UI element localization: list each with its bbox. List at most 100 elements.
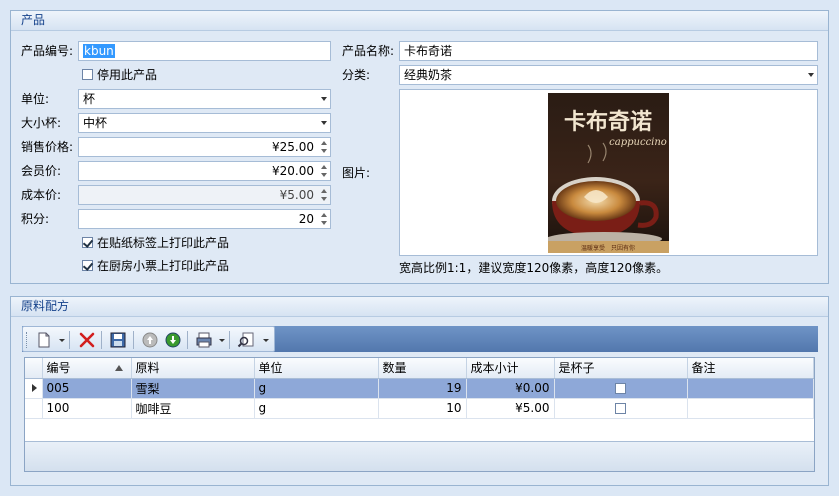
recipe-table: 编号 原料 单位 数量 成本小计 是杯子 备注 005 雪梨 g 19 ¥0.0… <box>25 358 814 419</box>
column-header-note[interactable]: 备注 <box>687 358 814 379</box>
column-header-cost[interactable]: 成本小计 <box>466 358 555 379</box>
product-code-input[interactable]: kbun <box>78 41 331 61</box>
row-indicator[interactable] <box>25 398 43 419</box>
size-label: 大小杯: <box>21 116 62 130</box>
recipe-grid[interactable]: 编号 原料 单位 数量 成本小计 是杯子 备注 005 雪梨 g 19 ¥0.0… <box>24 357 815 472</box>
row-indicator[interactable] <box>25 378 43 399</box>
spin-buttons-icon[interactable] <box>319 211 328 227</box>
product-name-value: 卡布奇诺 <box>404 44 453 58</box>
chevron-down-icon <box>321 97 327 101</box>
cost-price-value: ¥5.00 <box>279 188 314 202</box>
toolbar-grip-icon[interactable] <box>26 332 29 348</box>
points-value: 20 <box>298 212 314 226</box>
cost-price-spin: ¥5.00 <box>78 185 331 205</box>
column-header-is-cup[interactable]: 是杯子 <box>554 358 688 379</box>
save-icon[interactable] <box>109 331 127 349</box>
cell-material[interactable]: 雪梨 <box>131 378 255 399</box>
recipe-group-title: 原料配方 <box>11 297 828 317</box>
image-label: 图片: <box>342 166 371 180</box>
size-select[interactable]: 中杯 <box>78 113 331 133</box>
column-header-label: 单位 <box>258 361 283 376</box>
poster-subtitle: cappuccino <box>609 137 667 148</box>
points-spin[interactable]: 20 <box>78 209 331 229</box>
chevron-down-icon <box>808 73 814 77</box>
image-hint: 宽高比例1:1，建议宽度120像素，高度120像素。 <box>399 261 669 275</box>
product-image-box[interactable]: 卡布奇诺 cappuccino 温暖享受 只因有你 <box>399 89 818 256</box>
column-header-code[interactable]: 编号 <box>42 358 132 379</box>
spin-buttons-icon[interactable] <box>319 163 328 179</box>
column-header-label: 备注 <box>691 361 716 376</box>
table-row[interactable]: 100 咖啡豆 g 10 ¥5.00 <box>25 398 814 419</box>
product-image: 卡布奇诺 cappuccino 温暖享受 只因有你 <box>548 93 669 253</box>
price-spin[interactable]: ¥25.00 <box>78 137 331 157</box>
toolbar-separator <box>187 331 188 349</box>
points-label: 积分: <box>21 212 50 226</box>
table-header-row: 编号 原料 单位 数量 成本小计 是杯子 备注 <box>25 358 814 379</box>
cell-qty[interactable]: 10 <box>378 398 467 419</box>
print-kitchen-checkbox[interactable] <box>82 260 93 271</box>
cell-is-cup[interactable] <box>554 398 688 419</box>
cell-note[interactable] <box>687 398 814 419</box>
toolbar-separator <box>69 331 70 349</box>
disable-product-checkbox[interactable] <box>82 69 93 80</box>
is-cup-checkbox[interactable] <box>615 383 626 394</box>
move-up-icon[interactable] <box>141 331 159 349</box>
cell-unit[interactable]: g <box>254 398 379 419</box>
chevron-down-icon[interactable] <box>219 339 225 342</box>
column-header-label: 原料 <box>135 361 160 376</box>
unit-label: 单位: <box>21 92 50 106</box>
print-kitchen-label: 在厨房小票上打印此产品 <box>97 259 230 273</box>
chevron-down-icon[interactable] <box>59 339 65 342</box>
spin-buttons-icon[interactable] <box>319 139 328 155</box>
member-price-label: 会员价: <box>21 164 62 178</box>
cell-code[interactable]: 005 <box>42 378 132 399</box>
cell-cost[interactable]: ¥0.00 <box>466 378 555 399</box>
chevron-down-icon[interactable] <box>263 339 269 342</box>
spin-buttons-icon <box>319 187 328 203</box>
poster-title: 卡布奇诺 <box>564 109 652 135</box>
cell-qty[interactable]: 19 <box>378 378 467 399</box>
cell-note[interactable] <box>687 378 814 399</box>
cost-price-label: 成本价: <box>21 188 62 202</box>
toolbar-separator <box>133 331 134 349</box>
poster-bottom-text: 温暖享受 只因有你 <box>581 244 635 252</box>
cell-cost[interactable]: ¥5.00 <box>466 398 555 419</box>
category-select[interactable]: 经典奶茶 <box>399 65 818 85</box>
delete-icon[interactable] <box>78 331 96 349</box>
cell-is-cup[interactable] <box>554 378 688 399</box>
product-group-title: 产品 <box>11 11 828 31</box>
column-header-unit[interactable]: 单位 <box>254 358 379 379</box>
member-price-spin[interactable]: ¥20.00 <box>78 161 331 181</box>
print-sticker-checkbox[interactable] <box>82 237 93 248</box>
is-cup-checkbox[interactable] <box>615 403 626 414</box>
cell-code[interactable]: 100 <box>42 398 132 419</box>
product-name-input[interactable]: 卡布奇诺 <box>399 41 818 61</box>
unit-select[interactable]: 杯 <box>78 89 331 109</box>
size-value: 中杯 <box>83 116 108 130</box>
toolbar-strip <box>22 326 275 352</box>
column-header-label: 是杯子 <box>558 361 595 376</box>
row-indicator-header <box>25 358 43 379</box>
column-header-label: 编号 <box>46 361 71 376</box>
product-code-label: 产品编号: <box>21 44 74 58</box>
column-header-label: 成本小计 <box>470 361 519 376</box>
table-row[interactable]: 005 雪梨 g 19 ¥0.00 <box>25 378 814 399</box>
new-icon[interactable] <box>35 331 53 349</box>
price-label: 销售价格: <box>21 140 74 154</box>
cell-material[interactable]: 咖啡豆 <box>131 398 255 419</box>
print-icon[interactable] <box>195 331 213 349</box>
print-sticker-label: 在贴纸标签上打印此产品 <box>97 236 230 250</box>
unit-value: 杯 <box>83 92 96 106</box>
member-price-value: ¥20.00 <box>272 164 314 178</box>
price-value: ¥25.00 <box>272 140 314 154</box>
find-icon[interactable] <box>237 331 255 349</box>
category-value: 经典奶茶 <box>404 68 453 82</box>
column-header-material[interactable]: 原料 <box>131 358 255 379</box>
cell-unit[interactable]: g <box>254 378 379 399</box>
sort-ascending-icon <box>114 365 123 371</box>
column-header-qty[interactable]: 数量 <box>378 358 467 379</box>
move-down-icon[interactable] <box>164 331 182 349</box>
chevron-down-icon <box>321 121 327 125</box>
current-row-icon <box>32 384 37 392</box>
toolbar-separator <box>101 331 102 349</box>
